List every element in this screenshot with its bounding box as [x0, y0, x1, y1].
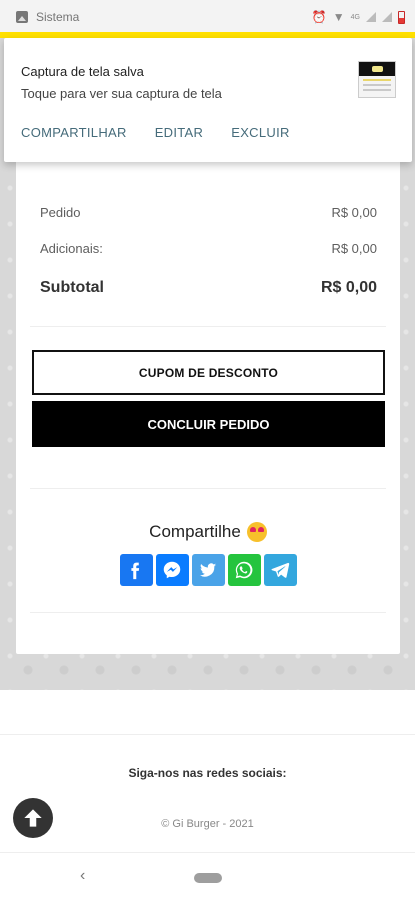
footer-divider [0, 734, 415, 735]
arrow-up-icon [24, 809, 42, 827]
notification-title: Captura de tela salva [21, 64, 144, 79]
summary-row-adicionais: Adicionais: R$ 0,00 [40, 241, 377, 256]
back-icon[interactable]: ‹ [80, 867, 85, 885]
facebook-icon [131, 562, 140, 580]
heart-eyes-emoji-icon [246, 522, 267, 542]
coupon-button[interactable]: CUPOM DE DESCONTO [32, 350, 385, 395]
thumbnail-header [359, 62, 395, 76]
battery-icon [398, 10, 405, 24]
twitter-icon [199, 563, 217, 577]
thumbnail-line [363, 79, 391, 81]
status-left: Sistema [16, 10, 79, 24]
summary-row-pedido: Pedido R$ 0,00 [40, 205, 377, 220]
status-icons: ⏰ ▼ 4G [311, 10, 405, 24]
network-type: 4G [350, 13, 360, 21]
thumbnail-line [363, 89, 391, 91]
telegram-share-button[interactable] [263, 554, 297, 586]
follow-us-text: Siga-nos nas redes sociais: [128, 766, 287, 780]
copyright-text: © Gi Burger - 2021 [161, 818, 254, 830]
delete-action-button[interactable]: EXCLUIR [231, 125, 289, 140]
image-icon [16, 11, 28, 23]
status-app-name: Sistema [36, 10, 80, 24]
system-nav-bar: ‹ [0, 852, 415, 900]
whatsapp-share-button[interactable] [227, 554, 261, 586]
messenger-icon [163, 561, 181, 579]
signal-icon [366, 12, 376, 22]
divider [30, 326, 386, 327]
notification-subtitle: Toque para ver sua captura de tela [21, 86, 222, 101]
subtotal-row: Subtotal R$ 0,00 [40, 279, 377, 297]
screenshot-notification[interactable]: Captura de tela salva Toque para ver sua… [4, 38, 412, 162]
summary-label: Pedido [40, 205, 81, 220]
share-action-button[interactable]: COMPARTILHAR [21, 125, 127, 140]
signal-icon-2 [382, 12, 392, 22]
divider [30, 612, 386, 613]
status-bar: Sistema ⏰ ▼ 4G [0, 0, 415, 34]
wifi-icon: ▼ [332, 10, 345, 24]
messenger-share-button[interactable] [155, 554, 189, 586]
summary-value: R$ 0,00 [331, 205, 377, 220]
subtotal-label: Subtotal [40, 279, 104, 296]
screenshot-thumbnail[interactable] [358, 61, 396, 98]
thumbnail-line [363, 84, 391, 86]
finish-order-button[interactable]: CONCLUIR PEDIDO [32, 401, 385, 447]
share-title: Compartilhe [149, 522, 241, 541]
subtotal-value: R$ 0,00 [320, 279, 377, 296]
share-heading: Compartilhe [16, 522, 400, 542]
summary-value: R$ 0,00 [331, 241, 377, 256]
divider [30, 488, 386, 489]
twitter-share-button[interactable] [191, 554, 225, 586]
telegram-icon [271, 562, 290, 578]
order-card: Pedido R$ 0,00 Adicionais: R$ 0,00 Subto… [16, 130, 400, 654]
alarm-icon: ⏰ [311, 10, 327, 24]
share-buttons [16, 554, 400, 586]
summary-label: Adicionais: [40, 241, 103, 256]
scroll-to-top-button[interactable] [13, 798, 53, 838]
facebook-share-button[interactable] [119, 554, 153, 586]
whatsapp-icon [235, 561, 253, 579]
notification-actions: COMPARTILHAR EDITAR EXCLUIR [21, 125, 290, 140]
home-pill-icon[interactable] [194, 873, 222, 883]
edit-action-button[interactable]: EDITAR [155, 125, 204, 140]
